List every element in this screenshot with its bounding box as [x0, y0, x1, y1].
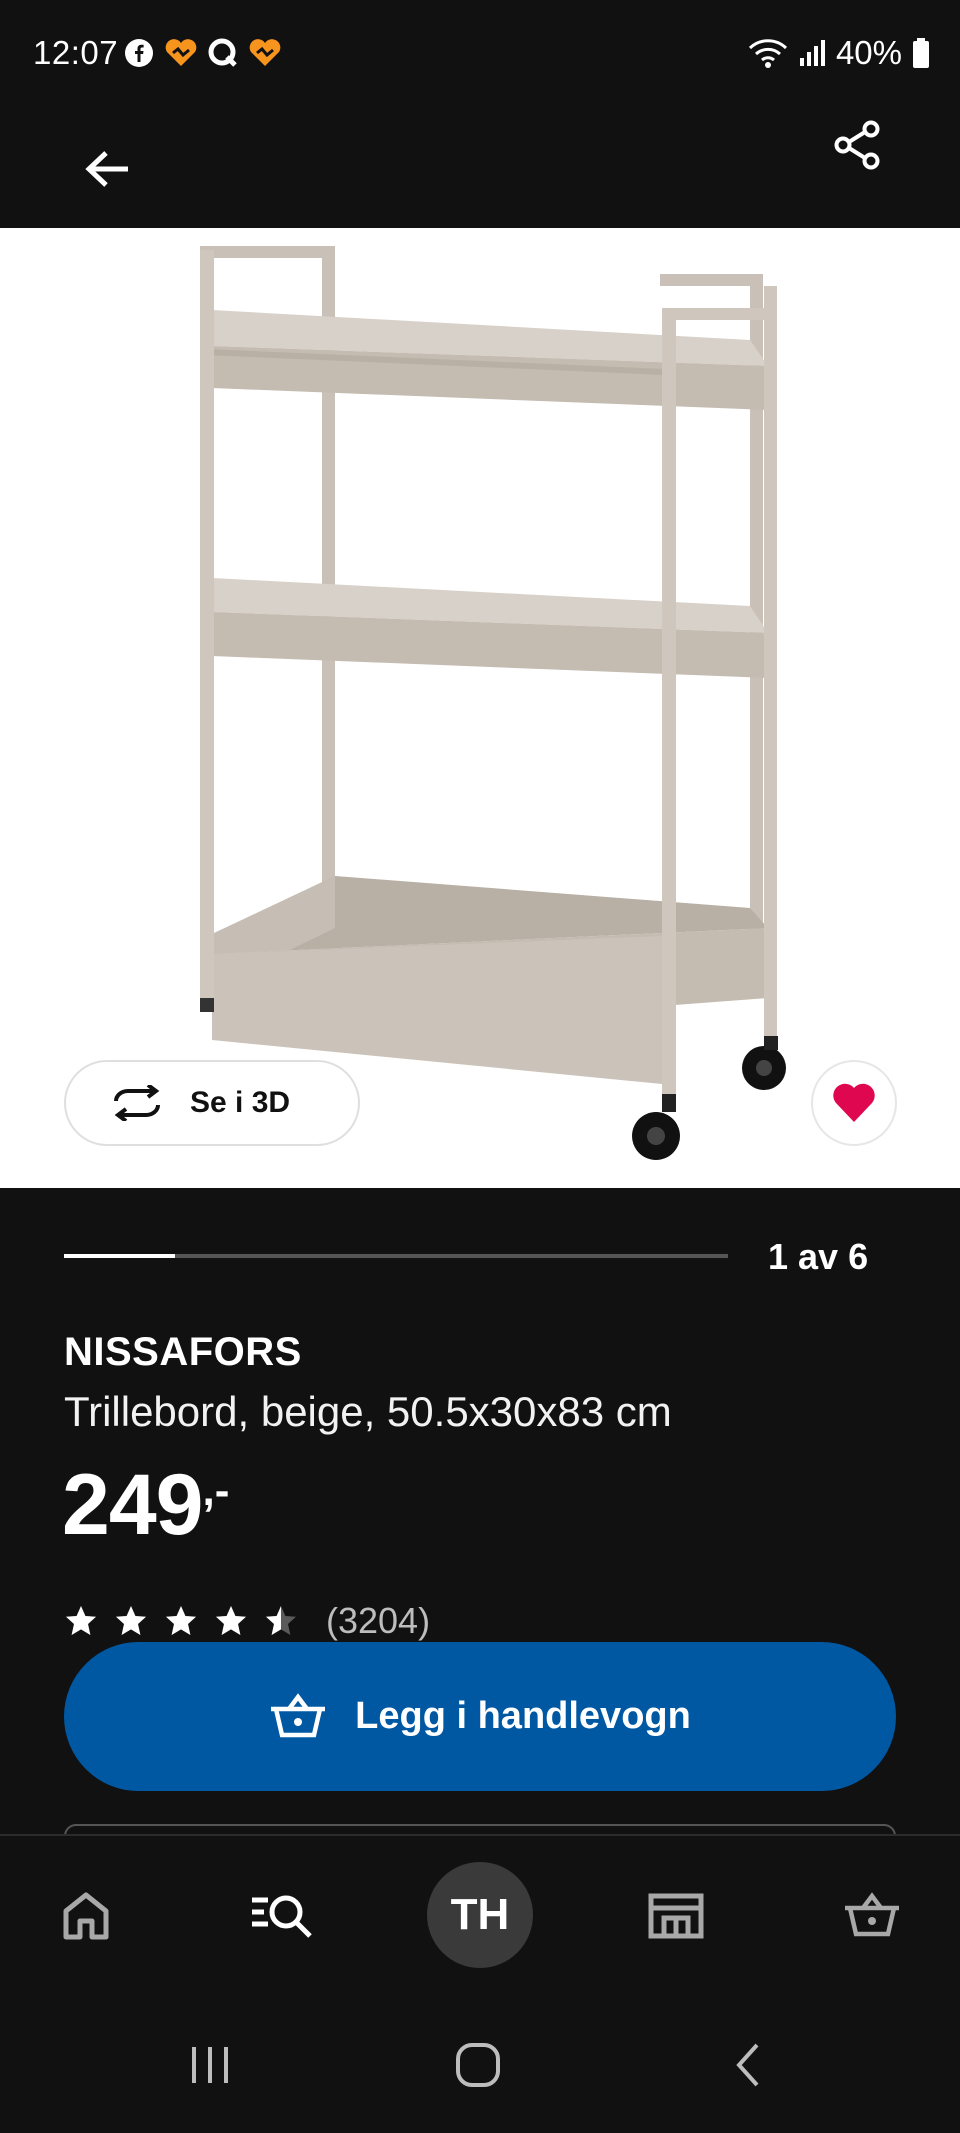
home-circle-icon — [456, 2043, 500, 2087]
facebook-icon — [122, 36, 156, 70]
back-button[interactable] — [72, 134, 142, 204]
status-bar: 12:07 40% — [0, 0, 960, 110]
star-full-icon — [116, 1606, 146, 1635]
add-to-cart-label: Legg i handlevogn — [355, 1695, 691, 1737]
recents-icon — [192, 2047, 228, 2083]
favorite-button[interactable] — [811, 1060, 897, 1146]
bottom-navigation: TH — [0, 1834, 960, 1994]
price-integer: 249 — [62, 1457, 203, 1553]
home-icon — [63, 1892, 109, 1940]
rotate-3d-icon — [114, 1085, 160, 1121]
signal-icon — [799, 40, 825, 66]
rating-count: (3204) — [326, 1600, 431, 1641]
product-rating[interactable]: (3204) — [64, 1600, 430, 1642]
back-system-button[interactable] — [708, 2030, 788, 2100]
product-price: 249 ,- — [62, 1462, 229, 1548]
product-image[interactable]: Se i 3D — [0, 228, 960, 1188]
product-name: NISSAFORS — [64, 1330, 302, 1374]
system-status: 40% — [748, 34, 930, 72]
notification-icons — [122, 36, 282, 70]
image-pager-label: 1 av 6 — [768, 1236, 869, 1277]
star-full-icon — [166, 1606, 196, 1635]
product-description: Trillebord, beige, 50.5x30x83 cm — [64, 1388, 672, 1435]
nav-cart[interactable] — [822, 1866, 922, 1966]
heart-icon — [833, 1083, 875, 1122]
battery-percent: 40% — [835, 34, 902, 71]
nav-home[interactable] — [36, 1866, 136, 1966]
store-icon — [648, 1893, 704, 1939]
app-header — [0, 110, 960, 228]
app-heart-icon — [248, 36, 282, 70]
star-half-icon — [266, 1606, 296, 1635]
add-to-cart-button[interactable]: Legg i handlevogn — [64, 1642, 896, 1791]
arrow-left-icon — [85, 151, 128, 187]
back-chevron-icon — [736, 2043, 759, 2087]
shopping-basket-icon — [845, 1892, 899, 1937]
status-time: 12:07 — [33, 34, 119, 71]
nav-profile-avatar[interactable]: TH — [427, 1862, 533, 1968]
search-icon — [252, 1895, 312, 1938]
battery-icon — [913, 38, 929, 68]
nav-store[interactable] — [626, 1866, 726, 1966]
nav-search[interactable] — [232, 1866, 332, 1966]
system-navigation-bar — [0, 1994, 960, 2133]
view-3d-button[interactable]: Se i 3D — [64, 1060, 360, 1146]
app-heart-icon — [164, 36, 198, 70]
app-q-icon — [206, 36, 240, 70]
image-pager-progress — [64, 1254, 175, 1258]
share-icon — [834, 120, 880, 170]
view-3d-label: Se i 3D — [190, 1086, 291, 1119]
wifi-icon — [748, 39, 787, 68]
price-decimal: ,- — [202, 1466, 230, 1515]
star-full-icon — [66, 1606, 96, 1635]
trolley-illustration — [200, 246, 786, 1160]
home-system-button[interactable] — [438, 2030, 518, 2100]
image-pager-track — [64, 1254, 728, 1258]
star-full-icon — [216, 1606, 246, 1635]
cart-icon — [271, 1692, 326, 1737]
rating-stars — [64, 1604, 298, 1638]
share-button[interactable] — [822, 110, 892, 180]
recents-button[interactable] — [170, 2030, 250, 2100]
